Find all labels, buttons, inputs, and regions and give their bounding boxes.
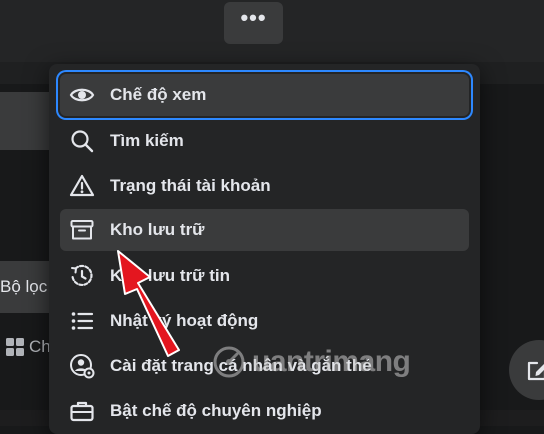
- menu-item-label: Tìm kiếm: [110, 131, 184, 150]
- menu-item-label: Cài đặt trang cá nhân và gắn thẻ: [110, 356, 372, 375]
- grid-icon: [6, 338, 24, 356]
- list-icon: [71, 312, 94, 330]
- menu-item-label: Nhật ký hoạt động: [110, 311, 259, 330]
- archive-box-icon: [70, 220, 94, 240]
- menu-item-story-archive[interactable]: Kho lưu trữ tin: [60, 255, 469, 297]
- menu-item-label: Kho lưu trữ: [110, 220, 205, 239]
- warning-icon: [69, 174, 95, 197]
- edit-icon: [527, 361, 544, 381]
- menu-item-activity-log[interactable]: Nhật ký hoạt động: [60, 300, 469, 342]
- menu-item-search[interactable]: Tìm kiếm: [60, 120, 469, 162]
- clock-history-icon: [71, 264, 93, 286]
- menu-item-view-mode[interactable]: Chế độ xem: [60, 74, 469, 116]
- more-options-button[interactable]: •••: [224, 2, 283, 44]
- menu-item-label: Trạng thái tài khoản: [110, 176, 271, 195]
- more-dots-icon: •••: [240, 5, 267, 30]
- eye-icon: [69, 88, 95, 102]
- search-icon: [71, 130, 94, 153]
- filter-button-label: Bộ lọc: [0, 277, 48, 296]
- menu-item-profile-tag-settings[interactable]: Cài đặt trang cá nhân và gắn thẻ: [60, 345, 469, 387]
- menu-item-label: Kho lưu trữ tin: [110, 266, 230, 285]
- menu-item-archive[interactable]: Kho lưu trữ: [60, 209, 469, 251]
- more-options-menu: Chế độ xem Tìm kiếm Trạng thái tài khoản: [49, 64, 480, 434]
- profile-settings-icon: [70, 354, 95, 379]
- briefcase-icon: [70, 401, 94, 422]
- menu-item-label: Bật chế độ chuyên nghiệp: [110, 401, 322, 420]
- menu-item-account-status[interactable]: Trạng thái tài khoản: [60, 165, 469, 207]
- menu-item-label: Chế độ xem: [110, 85, 207, 104]
- edit-button[interactable]: [509, 340, 544, 400]
